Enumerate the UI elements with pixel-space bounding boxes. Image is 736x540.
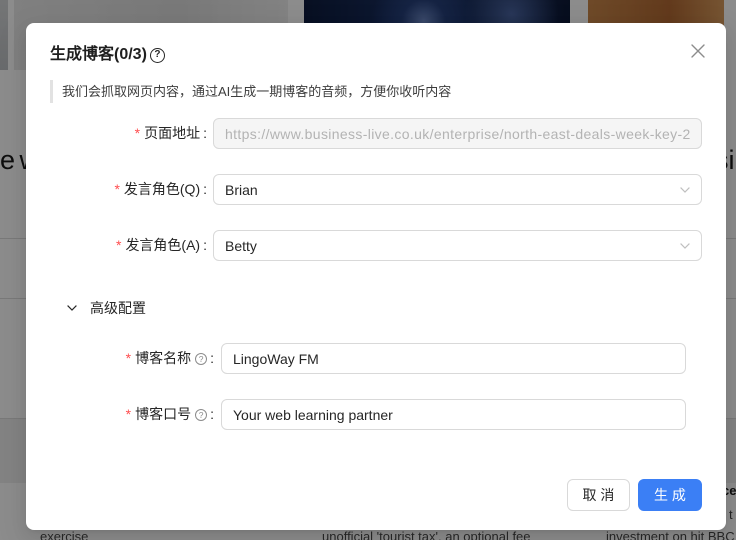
page-url-label: * 页面地址 : [26,118,207,149]
speaker-q-select[interactable]: Brian [213,174,702,205]
label-colon: : [210,406,214,422]
speaker-q-select-value: Brian [225,181,258,198]
required-mark: * [134,125,141,141]
chevron-down-icon [680,186,690,193]
modal-title: 生成博客(0/3) [50,46,147,63]
speaker-q-label: * 发言角色(Q) : [26,174,207,205]
advanced-settings-label: 高级配置 [90,300,146,316]
label-colon: : [203,125,207,141]
close-button[interactable] [689,42,707,60]
speaker-a-label: * 发言角色(A) : [26,230,207,261]
speaker-a-select-value: Betty [225,237,257,254]
required-mark: * [114,181,120,197]
blog-slogan-input[interactable] [221,399,686,430]
page-url-input [213,118,702,149]
modal-header: 生成博客(0/3) [50,44,165,66]
required-mark: * [125,406,132,422]
speaker-a-select[interactable]: Betty [213,230,702,261]
chevron-down-icon [67,305,77,311]
blog-name-label-text: 博客名称 [135,350,192,366]
speaker-q-label-text: 发言角色(Q) [123,181,201,197]
label-colon: : [210,350,214,366]
required-mark: * [125,350,132,366]
cancel-button[interactable]: 取 消 [567,479,630,511]
notice-text: 我们会抓取网页内容，通过AI生成一期博客的音频，方便你收听内容 [62,84,452,99]
generate-button[interactable]: 生 成 [638,479,702,511]
generate-blog-modal: 生成博客(0/3) 我们会抓取网页内容，通过AI生成一期博客的音频，方便你收听内… [26,23,726,530]
page-url-label-text: 页面地址 [144,125,201,141]
notice-banner: 我们会抓取网页内容，通过AI生成一期博客的音频，方便你收听内容 [50,80,451,103]
blog-slogan-label: * 博客口号 : [26,399,214,430]
speaker-a-label-text: 发言角色(A) [125,237,201,253]
label-colon: : [203,181,207,197]
screen: e w si ce t exercise unofficial 'tourist… [0,0,736,540]
label-colon: : [203,237,207,253]
blog-name-input[interactable] [221,343,686,374]
blog-name-label: * 博客名称 : [26,343,214,374]
advanced-settings-toggle[interactable]: 高级配置 [67,297,146,319]
question-circle-icon[interactable] [195,408,208,421]
blog-slogan-label-text: 博客口号 [135,406,192,422]
close-icon[interactable] [691,44,705,58]
required-mark: * [115,237,122,253]
question-circle-icon[interactable] [149,47,165,63]
chevron-down-icon [680,242,690,249]
question-circle-icon[interactable] [195,352,208,365]
